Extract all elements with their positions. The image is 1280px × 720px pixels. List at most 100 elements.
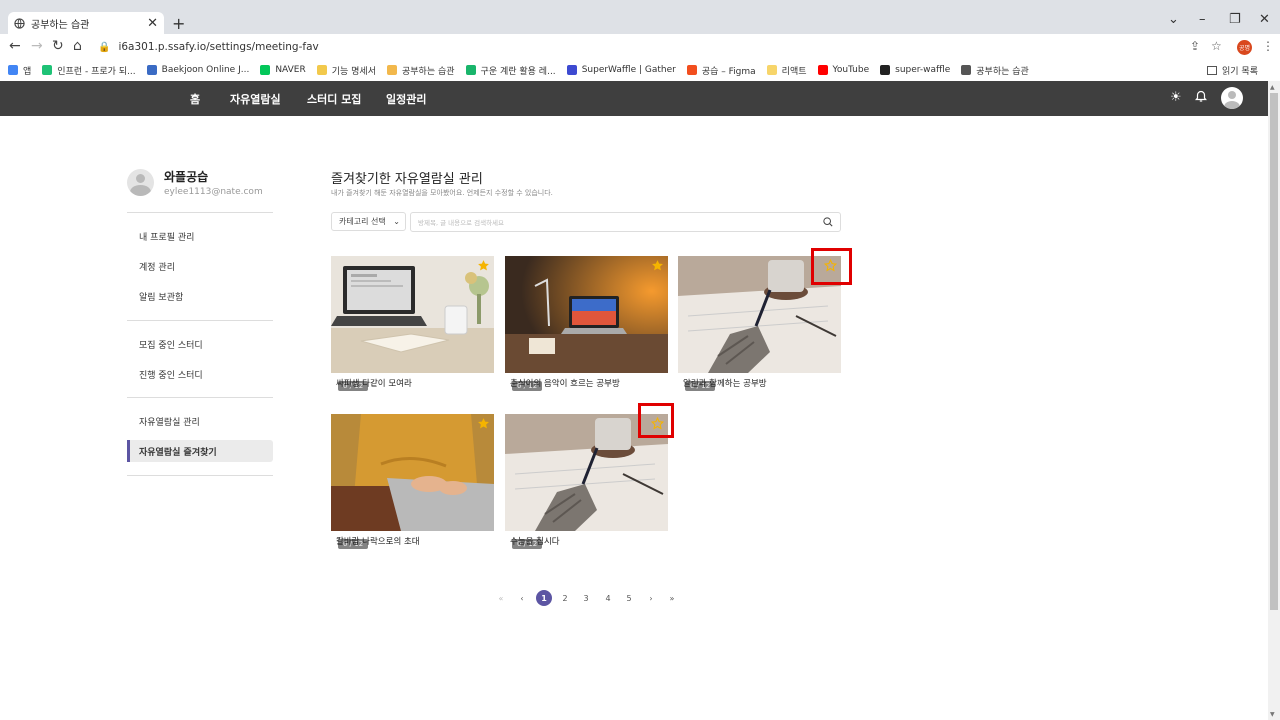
browser-profile-avatar[interactable]: 공명 [1237, 40, 1252, 55]
pagination-first[interactable]: « [493, 590, 509, 606]
pagination-last[interactable]: » [664, 590, 680, 606]
category-select[interactable]: 카테고리 선택 ⌄ [331, 212, 406, 231]
bookmark-favicon-icon [766, 65, 777, 75]
globe-icon [14, 17, 25, 29]
address-bar: ← → ↻ ⌂ 🔒 i6a301.p.ssafy.io/settings/mee… [0, 34, 1280, 60]
sidebar-divider [127, 212, 273, 213]
bookmark-favicon-icon [42, 65, 53, 75]
bookmark-label: YouTube [832, 65, 870, 75]
lock-icon: 🔒 [98, 41, 111, 53]
url-field[interactable]: 🔒 i6a301.p.ssafy.io/settings/meeting-fav [98, 41, 319, 53]
bookmark-item[interactable]: 구운 계란 활용 레... [465, 64, 556, 77]
bookmark-favicon-icon [880, 65, 891, 75]
tab-title: 공부하는 습관 [31, 19, 90, 31]
pagination-page[interactable]: 5 [621, 590, 637, 606]
room-title: 싸피생 다같이 모여라 [336, 379, 412, 389]
share-icon[interactable]: ⇪ [1190, 39, 1200, 53]
bookmark-label: 기능 명세서 [331, 66, 376, 77]
room-title: 알린과 함께하는 공부방 [683, 379, 767, 389]
reload-icon[interactable]: ↻ [52, 38, 64, 54]
scroll-down-icon[interactable]: ▼ [1270, 711, 1275, 718]
room-card[interactable]: 0 / 12 싸피생 다같이 모여라 [331, 256, 494, 396]
sidebar-item-my-profile[interactable]: 내 프로필 관리 [127, 225, 273, 247]
bookmark-favicon-icon [817, 65, 828, 75]
bookmark-item[interactable]: YouTube [817, 65, 870, 75]
new-tab-button[interactable]: + [172, 14, 185, 33]
browser-tab[interactable]: 공부하는 습관 ✕ [8, 12, 164, 34]
pagination-prev[interactable]: ‹ [514, 590, 530, 606]
reading-list[interactable]: 읽기 목록 [1207, 64, 1258, 77]
bookmark-item[interactable]: 인프런 - 프로가 되... [42, 64, 136, 77]
pagination-page[interactable]: 2 [557, 590, 573, 606]
bookmark-item[interactable]: 리액트 [766, 64, 807, 77]
sidebar-item-room-manage[interactable]: 자유열람실 관리 [127, 410, 273, 432]
bookmark-item[interactable]: 기능 명세서 [316, 64, 376, 77]
bookmark-item[interactable]: super-waffle [880, 65, 950, 75]
bookmark-favicon-icon [961, 65, 972, 75]
search-input[interactable]: 방제목, 글 내용으로 검색하세요 [410, 212, 841, 232]
room-thumbnail [331, 256, 494, 373]
scrollbar-thumb[interactable] [1270, 93, 1278, 610]
bookmark-label: 인프런 - 프로가 되... [57, 66, 136, 77]
nav-study-recruit[interactable]: 스터디 모집 [307, 91, 361, 107]
bookmark-label: 구운 계란 활용 레... [480, 66, 556, 77]
bookmark-item[interactable]: 공부하는 습관 [387, 64, 455, 77]
tab-close-icon[interactable]: ✕ [147, 16, 158, 31]
sidebar-item-recruiting-study[interactable]: 모집 중인 스터디 [127, 333, 273, 355]
bookmark-item[interactable]: NAVER [260, 65, 306, 75]
nav-home[interactable]: 홈 [190, 91, 200, 107]
bookmark-item[interactable]: SuperWaffle | Gather [566, 65, 676, 75]
nav-schedule[interactable]: 일정관리 [386, 91, 426, 107]
pagination-page[interactable]: 1 [536, 590, 552, 606]
sidebar-item-ongoing-study[interactable]: 진행 중인 스터디 [127, 363, 273, 385]
room-card[interactable]: 0 / 12 칼바람 나락으로의 초대 [331, 414, 494, 554]
bookmark-label: 공부하는 습관 [402, 66, 455, 77]
pagination-next[interactable]: › [643, 590, 659, 606]
star-icon[interactable] [651, 259, 664, 272]
window-close-icon[interactable]: ✕ [1259, 12, 1270, 27]
search-icon[interactable] [823, 217, 833, 227]
sidebar-item-room-favorites[interactable]: 자유열람실 즐겨찾기 [127, 440, 273, 462]
user-avatar[interactable] [1221, 87, 1243, 109]
profile-email: eylee1113@nate.com [164, 187, 263, 197]
profile-avatar [127, 169, 154, 196]
bookmark-label: 앱 [23, 66, 32, 77]
theme-toggle-icon[interactable]: ☀ [1170, 90, 1182, 105]
room-card[interactable]: 0 / 12 춘식이의 음악이 흐르는 공부방 [505, 256, 668, 396]
profile-name: 와플공습 [164, 170, 209, 184]
category-select-value: 카테고리 선택 [339, 217, 386, 226]
minimize-icon[interactable]: – [1199, 12, 1206, 27]
pagination-page[interactable]: 3 [578, 590, 594, 606]
notification-bell-icon[interactable] [1195, 90, 1207, 107]
pagination-page[interactable]: 4 [600, 590, 616, 606]
tab-search-icon[interactable]: ⌄ [1168, 12, 1179, 27]
highlight-box [638, 403, 674, 438]
star-icon[interactable] [477, 417, 490, 430]
sidebar-profile: 와플공습 eylee1113@nate.com [127, 168, 263, 197]
bookmark-star-icon[interactable]: ☆ [1211, 39, 1222, 53]
sidebar-item-notifications[interactable]: 알림 보관함 [127, 285, 273, 307]
url-text: i6a301.p.ssafy.io/settings/meeting-fav [118, 41, 319, 53]
bookmark-label: 공부하는 습관 [976, 66, 1029, 77]
back-icon[interactable]: ← [9, 38, 21, 54]
page-title: 즐겨찾기한 자유열람실 관리 [331, 172, 483, 187]
highlight-box [811, 248, 852, 285]
forward-icon[interactable]: → [31, 38, 43, 54]
browser-menu-icon[interactable]: ⋮ [1262, 39, 1274, 53]
sidebar-item-account[interactable]: 계정 관리 [127, 255, 273, 277]
sidebar-divider [127, 475, 273, 476]
bookmark-item[interactable]: Baekjoon Online J... [146, 65, 249, 75]
reading-list-icon [1207, 66, 1218, 75]
bookmarks-bar: 앱 인프런 - 프로가 되... Baekjoon Online J... NAVER… [0, 60, 1280, 80]
bookmark-item[interactable]: 공습 – Figma [686, 64, 756, 77]
restore-icon[interactable]: ❐ [1229, 12, 1241, 27]
bookmark-item[interactable]: 공부하는 습관 [961, 64, 1029, 77]
bookmark-favicon-icon [387, 65, 397, 75]
room-thumbnail [331, 414, 494, 531]
nav-free-study-room[interactable]: 자유열람실 [230, 91, 281, 107]
bookmark-item[interactable]: 앱 [8, 64, 31, 77]
room-title: 칼바람 나락으로의 초대 [336, 537, 420, 547]
home-icon[interactable]: ⌂ [73, 38, 82, 54]
scroll-up-icon[interactable]: ▲ [1270, 84, 1275, 91]
star-icon[interactable] [477, 259, 490, 272]
